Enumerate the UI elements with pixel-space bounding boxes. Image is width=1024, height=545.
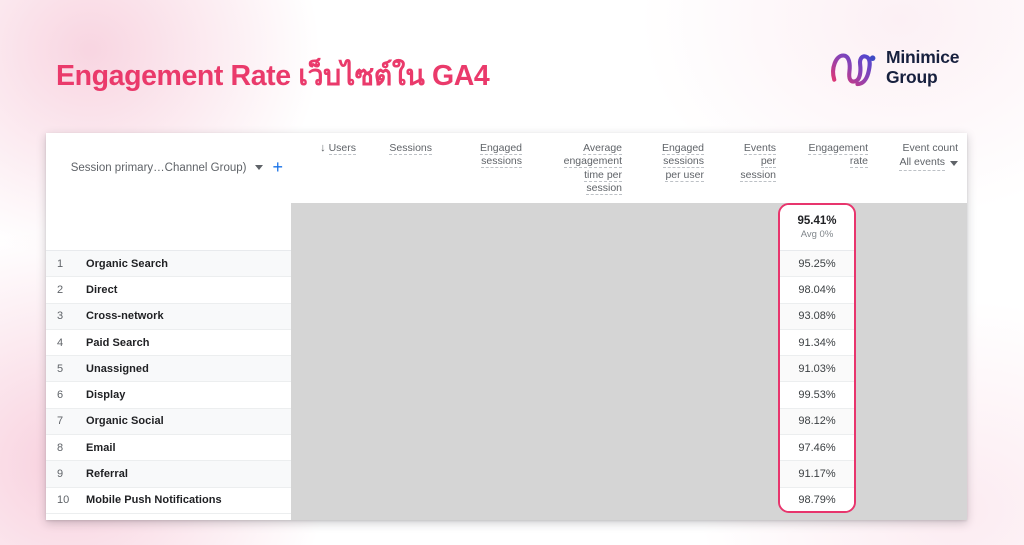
metric-header-row: ↓ Users Sessions Engaged sessions Average enga… [291, 133, 967, 203]
metric-header-engaged-sessions[interactable]: Engaged sessions [441, 133, 531, 203]
metric-header-sessions[interactable]: Sessions [365, 133, 441, 203]
metric-header-line: time per [584, 168, 622, 182]
metric-header-line: Average [583, 142, 622, 155]
metric-header-line: session [586, 182, 622, 196]
engagement-rate-cell: 97.46% [780, 435, 854, 462]
metric-header-line: rate [849, 155, 868, 169]
engagement-rate-cell: 93.08% [780, 303, 854, 330]
row-dimension-name[interactable]: Display [86, 389, 125, 401]
row-rank: 5 [57, 362, 64, 375]
metric-header-average-engagement-time per-session[interactable]: Average engagement time per session [531, 133, 631, 203]
brand-logo: Minimice Group [828, 46, 959, 90]
engagement-rate-cell-list: 95.25% 98.04% 93.08% 91.34% 91.03% 99.53% 98.1… [780, 251, 854, 511]
table-row[interactable]: 1 Organic Search [46, 251, 291, 278]
masked-metrics-area [291, 203, 967, 520]
table-row[interactable]: 3 Cross-network [46, 303, 291, 330]
engagement-rate-cell: 98.79% [780, 487, 854, 511]
row-dimension-name[interactable]: Unassigned [86, 363, 149, 375]
dimension-totals-cell [46, 203, 291, 250]
table-row[interactable]: 5 Unassigned [46, 356, 291, 383]
metric-header-line: sessions [481, 155, 522, 169]
row-rank: 2 [57, 283, 64, 296]
row-dimension-name[interactable]: Cross-network [86, 310, 164, 322]
table-row[interactable]: 4 Paid Search [46, 330, 291, 357]
brand-name: Minimice Group [886, 48, 959, 87]
ga4-report-card: Session primary…Channel Group) + 1 Organi… [46, 133, 967, 520]
metric-header-line: Events [743, 142, 776, 155]
metric-header-line: ↓ Users [320, 142, 356, 155]
metric-header-line: Engagement [808, 142, 868, 155]
row-dimension-name[interactable]: Organic Social [86, 415, 164, 427]
dimension-pane: Session primary…Channel Group) + 1 Organi… [46, 133, 291, 520]
metric-header-sublabel[interactable]: All events [881, 156, 958, 171]
metric-header-users[interactable]: ↓ Users [291, 133, 365, 203]
metric-header-line: session [740, 168, 776, 182]
engagement-rate-cell: 98.04% [780, 277, 854, 304]
row-dimension-name[interactable]: Referral [86, 468, 128, 480]
table-row[interactable]: 6 Display [46, 382, 291, 409]
row-rank: 3 [57, 310, 64, 323]
engagement-rate-cell: 91.17% [780, 461, 854, 488]
engagement-rate-total-cell: 95.41% Avg 0% [780, 205, 854, 251]
metric-header-line: per [760, 155, 776, 169]
engagement-rate-total-value: 95.41% [797, 215, 837, 227]
metric-header-line: Engaged [661, 142, 704, 155]
metric-header-events-per-session[interactable]: Events per session [713, 133, 785, 203]
metric-header-engaged-sessions-per user[interactable]: Engaged sessions per user [631, 133, 713, 203]
minimice-m-mark-icon [831, 53, 876, 87]
table-row[interactable]: 8 Email [46, 435, 291, 462]
metric-header-line: per user [665, 168, 704, 182]
row-rank: 4 [57, 336, 64, 349]
row-rank: 10 [57, 494, 70, 507]
dimension-header-label: Session primary…Channel Group) [70, 161, 247, 174]
table-row[interactable]: 2 Direct [46, 277, 291, 304]
row-dimension-name[interactable]: Mobile Push Notifications [86, 494, 222, 506]
dimension-header[interactable]: Session primary…Channel Group) + [46, 133, 291, 203]
row-rank: 8 [57, 441, 64, 454]
row-dimension-name[interactable]: Organic Search [86, 258, 168, 270]
dimension-row-list: 1 Organic Search 2 Direct 3 Cross-network 4 Pai… [46, 250, 291, 514]
metric-header-line: Event count [902, 142, 958, 154]
chevron-down-icon[interactable] [950, 161, 958, 167]
metric-header-line: Engaged [479, 142, 522, 155]
row-rank: 6 [57, 389, 64, 402]
metric-header-engagement-rate[interactable]: Engagement rate [785, 133, 877, 203]
arrow-down-icon: ↓ [320, 142, 326, 154]
page-title: Engagement Rate เว็บไซต์ใน GA4 [56, 60, 490, 92]
row-dimension-name[interactable]: Paid Search [86, 337, 150, 349]
table-row[interactable]: 10 Mobile Push Notifications [46, 488, 291, 514]
row-rank: 1 [57, 257, 64, 270]
engagement-rate-cell: 95.25% [780, 251, 854, 278]
table-row[interactable]: 7 Organic Social [46, 408, 291, 436]
plus-icon[interactable]: + [272, 158, 283, 178]
metric-header-line: Sessions [389, 142, 432, 155]
metric-header-line: engagement [563, 155, 622, 169]
engagement-rate-cell: 98.12% [780, 408, 854, 436]
engagement-rate-cell: 99.53% [780, 382, 854, 409]
row-rank: 9 [57, 468, 64, 481]
engagement-rate-column-highlight: 95.41% Avg 0% 95.25% 98.04% 93.08% 91.34% 91… [778, 203, 856, 513]
engagement-rate-total-average: Avg 0% [800, 229, 834, 240]
brand-name-line1: Minimice [886, 47, 960, 68]
metric-header-line: sessions [663, 155, 704, 169]
row-rank: 7 [57, 415, 64, 428]
metric-header-event count[interactable]: Event count All events [877, 133, 967, 203]
brand-name-line2: Group [886, 67, 938, 87]
row-dimension-name[interactable]: Email [86, 442, 116, 454]
row-dimension-name[interactable]: Direct [86, 284, 117, 296]
engagement-rate-cell: 91.34% [780, 329, 854, 357]
table-row[interactable]: 9 Referral [46, 461, 291, 488]
engagement-rate-cell: 91.03% [780, 356, 854, 383]
chevron-down-icon[interactable] [255, 165, 264, 170]
